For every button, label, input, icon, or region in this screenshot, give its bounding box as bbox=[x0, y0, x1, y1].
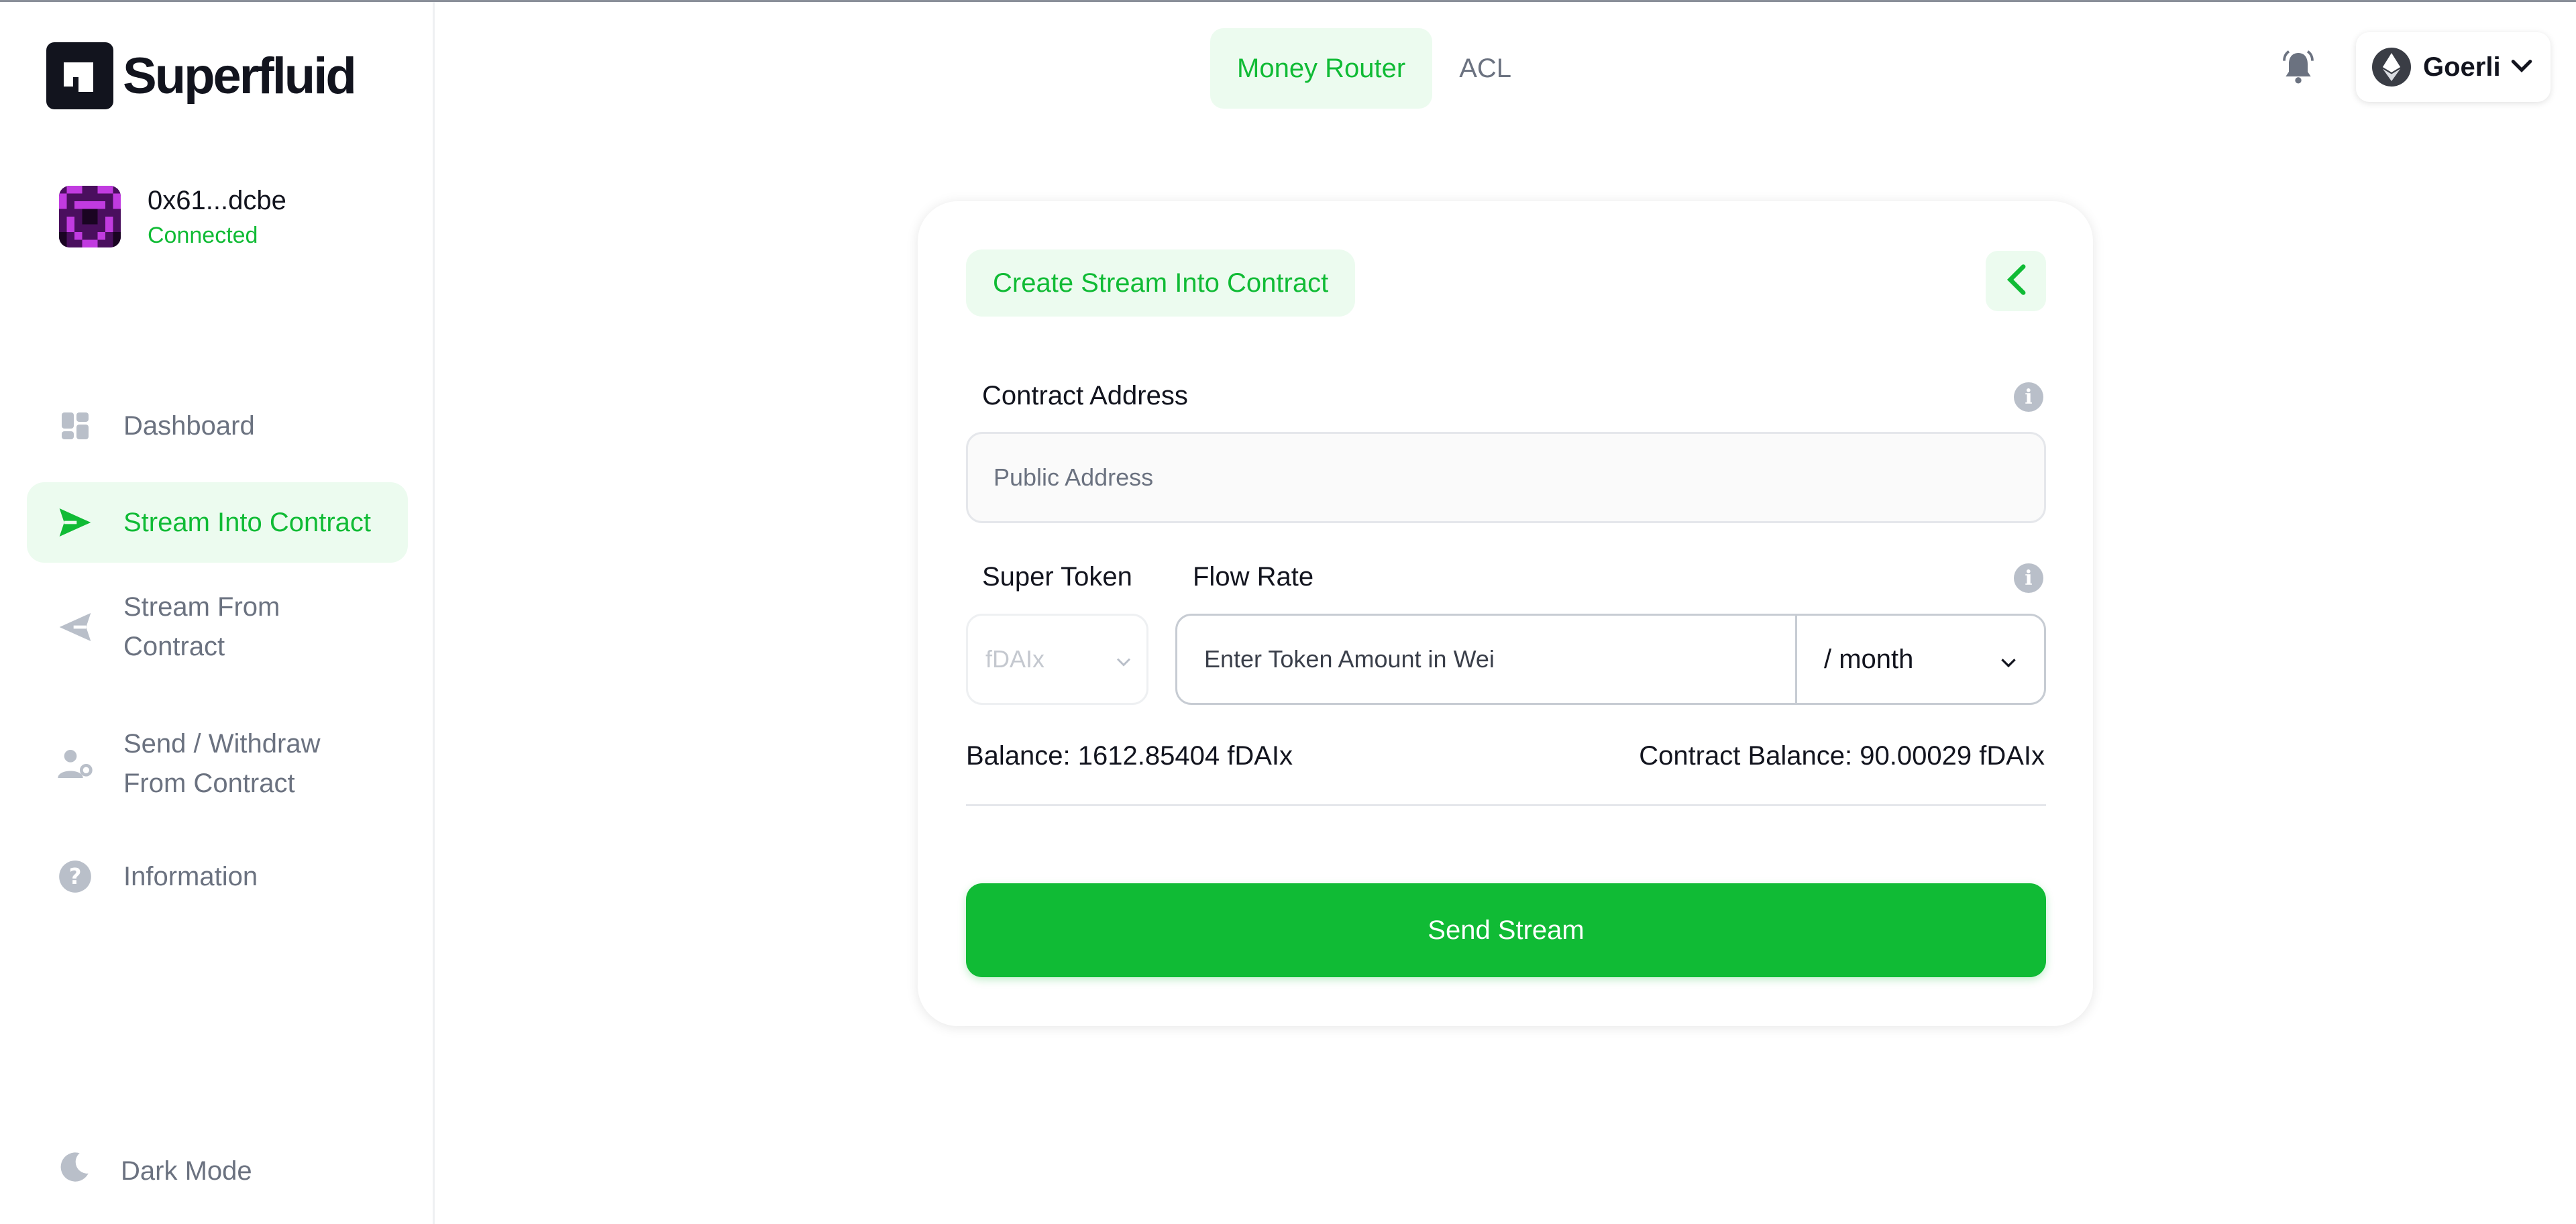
period-value: / month bbox=[1824, 644, 1914, 674]
notification-bell-icon[interactable] bbox=[2279, 48, 2317, 86]
sidebar-item-label: Stream Into Contract bbox=[123, 507, 372, 537]
user-settings-icon bbox=[56, 745, 94, 783]
contract-address-input[interactable]: Public Address bbox=[966, 432, 2046, 523]
top-tabs: Money Router ACL bbox=[1210, 28, 1538, 109]
wallet-balance: Balance: 1612.85404 fDAIx bbox=[966, 741, 1293, 771]
network-selector[interactable]: Goerli bbox=[2356, 32, 2551, 102]
superfluid-logo-icon bbox=[46, 42, 113, 109]
info-icon[interactable]: i bbox=[2014, 382, 2043, 412]
form-title-badge: Create Stream Into Contract bbox=[966, 249, 1356, 317]
tab-acl[interactable]: ACL bbox=[1432, 28, 1538, 109]
receive-icon bbox=[56, 608, 94, 646]
super-token-label: Super Token bbox=[982, 562, 1132, 592]
sidebar-item-information[interactable]: ? Information bbox=[27, 836, 408, 917]
stream-form-card: Create Stream Into Contract Contract Add… bbox=[918, 201, 2093, 1026]
account-card[interactable]: 0x61...dcbe Connected bbox=[59, 182, 286, 252]
account-address: 0x61...dcbe bbox=[148, 186, 286, 215]
period-select[interactable]: / month bbox=[1797, 616, 2044, 703]
sidebar-item-stream-from-contract[interactable]: Stream From Contract bbox=[27, 580, 408, 674]
sidebar: Superfluid 0x61...dcbe Connected Dashboa… bbox=[0, 2, 435, 1224]
dark-mode-toggle[interactable]: Dark Mode bbox=[56, 1150, 252, 1192]
chevron-down-icon bbox=[2000, 645, 2017, 675]
divider bbox=[966, 804, 2046, 806]
contract-balance: Contract Balance: 90.00029 fDAIx bbox=[1639, 741, 2045, 771]
moon-icon bbox=[56, 1150, 91, 1192]
sidebar-item-label: Stream From Contract bbox=[123, 592, 280, 661]
flow-rate-group: Enter Token Amount in Wei / month bbox=[1175, 614, 2046, 705]
sidebar-item-dashboard[interactable]: Dashboard bbox=[27, 386, 408, 466]
contract-address-label: Contract Address bbox=[982, 381, 1188, 410]
sidebar-item-label: Send / Withdraw From Contract bbox=[123, 729, 321, 798]
dashboard-icon bbox=[56, 407, 94, 445]
back-button[interactable] bbox=[1986, 251, 2046, 311]
send-icon bbox=[56, 504, 94, 541]
chevron-down-icon bbox=[1116, 645, 1132, 673]
tab-money-router[interactable]: Money Router bbox=[1210, 28, 1433, 109]
dark-mode-label: Dark Mode bbox=[121, 1156, 252, 1186]
help-icon: ? bbox=[56, 858, 94, 895]
flow-rate-input[interactable]: Enter Token Amount in Wei bbox=[1177, 616, 1797, 703]
super-token-select[interactable]: fDAIx bbox=[966, 614, 1148, 705]
info-icon[interactable]: i bbox=[2014, 563, 2043, 593]
superfluid-logo[interactable]: Superfluid bbox=[46, 42, 357, 110]
svg-text:?: ? bbox=[69, 864, 82, 889]
connection-status: Connected bbox=[148, 223, 258, 248]
avatar bbox=[59, 186, 121, 247]
chevron-left-icon bbox=[2004, 263, 2028, 300]
sidebar-item-send-withdraw[interactable]: Send / Withdraw From Contract bbox=[27, 717, 408, 811]
send-stream-button[interactable]: Send Stream bbox=[966, 883, 2046, 977]
sidebar-item-stream-into-contract[interactable]: Stream Into Contract bbox=[27, 482, 408, 563]
flow-rate-label: Flow Rate bbox=[1193, 562, 1314, 592]
network-name: Goerli bbox=[2423, 52, 2501, 82]
sidebar-item-label: Dashboard bbox=[123, 410, 255, 441]
super-token-value: fDAIx bbox=[985, 645, 1045, 673]
brand-name: Superfluid bbox=[123, 47, 357, 105]
ethereum-icon bbox=[2372, 48, 2411, 87]
chevron-down-icon bbox=[2510, 58, 2533, 76]
sidebar-item-label: Information bbox=[123, 861, 258, 891]
